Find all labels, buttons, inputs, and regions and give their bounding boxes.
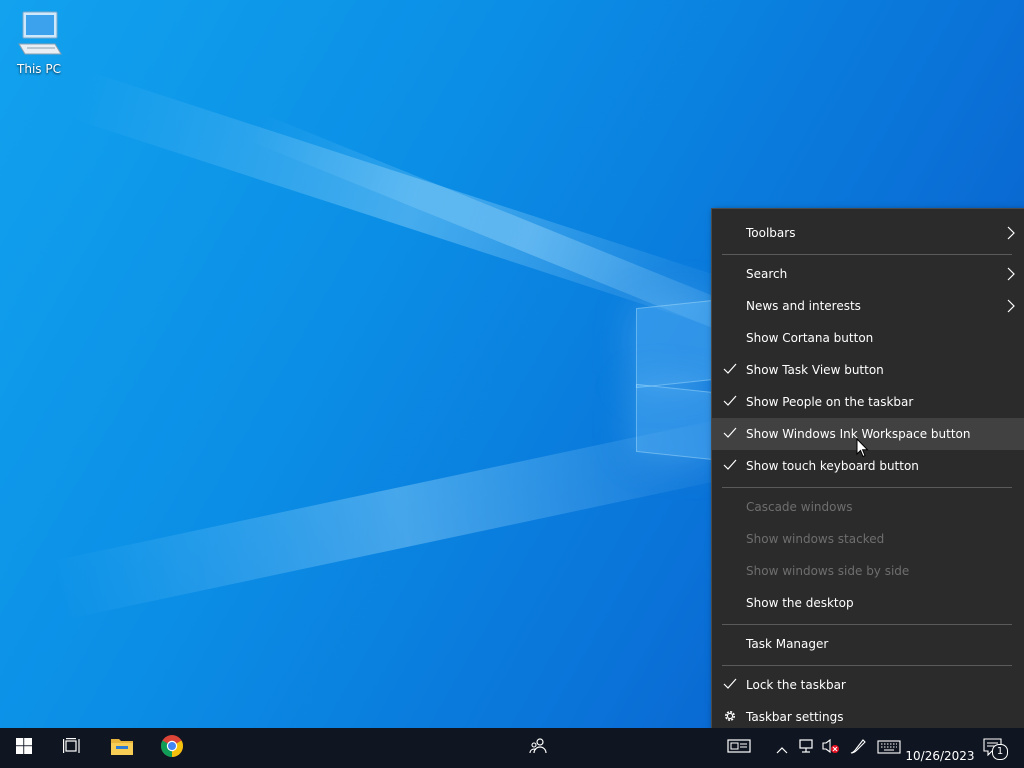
menu-item-label: Toolbars <box>746 226 796 240</box>
menu-item-show-task-view[interactable]: Show Task View button <box>712 354 1024 386</box>
menu-item-show-people[interactable]: Show People on the taskbar <box>712 386 1024 418</box>
menu-item-news-and-interests[interactable]: News and interests <box>712 290 1024 322</box>
chevron-right-icon <box>1006 298 1016 317</box>
menu-item-cascade-windows: Cascade windows <box>712 491 1024 523</box>
menu-item-lock-taskbar[interactable]: Lock the taskbar <box>712 669 1024 701</box>
computer-icon <box>15 11 63 60</box>
menu-item-label: Taskbar settings <box>746 710 844 724</box>
touch-keyboard-button[interactable] <box>876 738 902 758</box>
menu-item-label: Show windows side by side <box>746 564 910 578</box>
clock-date: 10/26/2023 <box>905 749 975 763</box>
volume-muted-icon <box>822 738 840 758</box>
menu-item-toolbars[interactable]: Toolbars <box>712 217 1024 249</box>
chrome-icon <box>160 734 184 762</box>
menu-item-show-desktop[interactable]: Show the desktop <box>712 587 1024 619</box>
people-button[interactable] <box>514 728 562 768</box>
menu-separator <box>722 624 1012 625</box>
menu-separator <box>722 254 1012 255</box>
task-view-button[interactable] <box>48 728 96 768</box>
ink-workspace-icon <box>849 737 867 759</box>
light-beam <box>72 71 754 336</box>
windows-logo-pane <box>636 299 714 389</box>
chrome-button[interactable] <box>148 728 196 768</box>
desktop-icon-this-pc[interactable]: This PC <box>12 8 66 76</box>
menu-item-label: Show Task View button <box>746 363 884 377</box>
network-icon <box>798 738 816 758</box>
desktop-icon-label: This PC <box>17 62 61 76</box>
chevron-right-icon <box>1006 266 1016 285</box>
menu-item-label: Task Manager <box>746 637 829 651</box>
taskbar-context-menu: Toolbars Search News and interests Show … <box>711 208 1024 743</box>
menu-item-label: Show the desktop <box>746 596 854 610</box>
people-icon <box>529 737 547 759</box>
file-explorer-button[interactable] <box>98 728 146 768</box>
menu-item-search[interactable]: Search <box>712 258 1024 290</box>
chevron-right-icon <box>1006 225 1016 244</box>
menu-item-label: Show People on the taskbar <box>746 395 914 409</box>
taskbar[interactable]: ​ 10/26/2023 1 <box>0 728 1024 768</box>
file-explorer-icon <box>110 736 134 760</box>
menu-item-label: News and interests <box>746 299 861 313</box>
menu-item-label: Search <box>746 267 788 281</box>
menu-item-label: Show Cortana button <box>746 331 874 345</box>
news-button[interactable] <box>726 738 752 758</box>
menu-separator <box>722 487 1012 488</box>
menu-item-label: Cascade windows <box>746 500 853 514</box>
checkmark-icon <box>723 362 737 379</box>
touch-keyboard-icon <box>877 739 901 758</box>
checkmark-icon <box>723 458 737 475</box>
menu-item-label: Show windows stacked <box>746 532 885 546</box>
windows-logo-pane <box>636 383 714 461</box>
checkmark-icon <box>723 426 737 443</box>
menu-item-label: Lock the taskbar <box>746 678 846 692</box>
news-icon <box>727 738 751 758</box>
clock[interactable]: ​ 10/26/2023 <box>904 728 976 768</box>
checkmark-icon <box>723 394 737 411</box>
show-hidden-icons-button[interactable] <box>774 738 790 758</box>
notification-center-button[interactable]: 1 <box>982 738 1008 760</box>
task-view-icon <box>63 738 81 758</box>
checkmark-icon <box>723 677 737 694</box>
menu-item-show-cortana[interactable]: Show Cortana button <box>712 322 1024 354</box>
start-icon <box>16 738 32 758</box>
menu-item-windows-side-by-side: Show windows side by side <box>712 555 1024 587</box>
ink-workspace-button[interactable] <box>847 738 869 758</box>
gear-icon <box>723 709 737 726</box>
network-button[interactable] <box>797 738 817 758</box>
clock-time: ​ <box>904 731 976 744</box>
menu-item-windows-stacked: Show windows stacked <box>712 523 1024 555</box>
volume-button[interactable] <box>821 738 841 758</box>
chevron-up-icon <box>776 739 788 758</box>
menu-item-task-manager[interactable]: Task Manager <box>712 628 1024 660</box>
menu-separator <box>722 665 1012 666</box>
notification-badge: 1 <box>992 744 1008 760</box>
menu-item-label: Show touch keyboard button <box>746 459 919 473</box>
notification-icon: 1 <box>983 738 1008 760</box>
start-button[interactable] <box>0 728 48 768</box>
mouse-cursor-icon <box>856 437 870 462</box>
